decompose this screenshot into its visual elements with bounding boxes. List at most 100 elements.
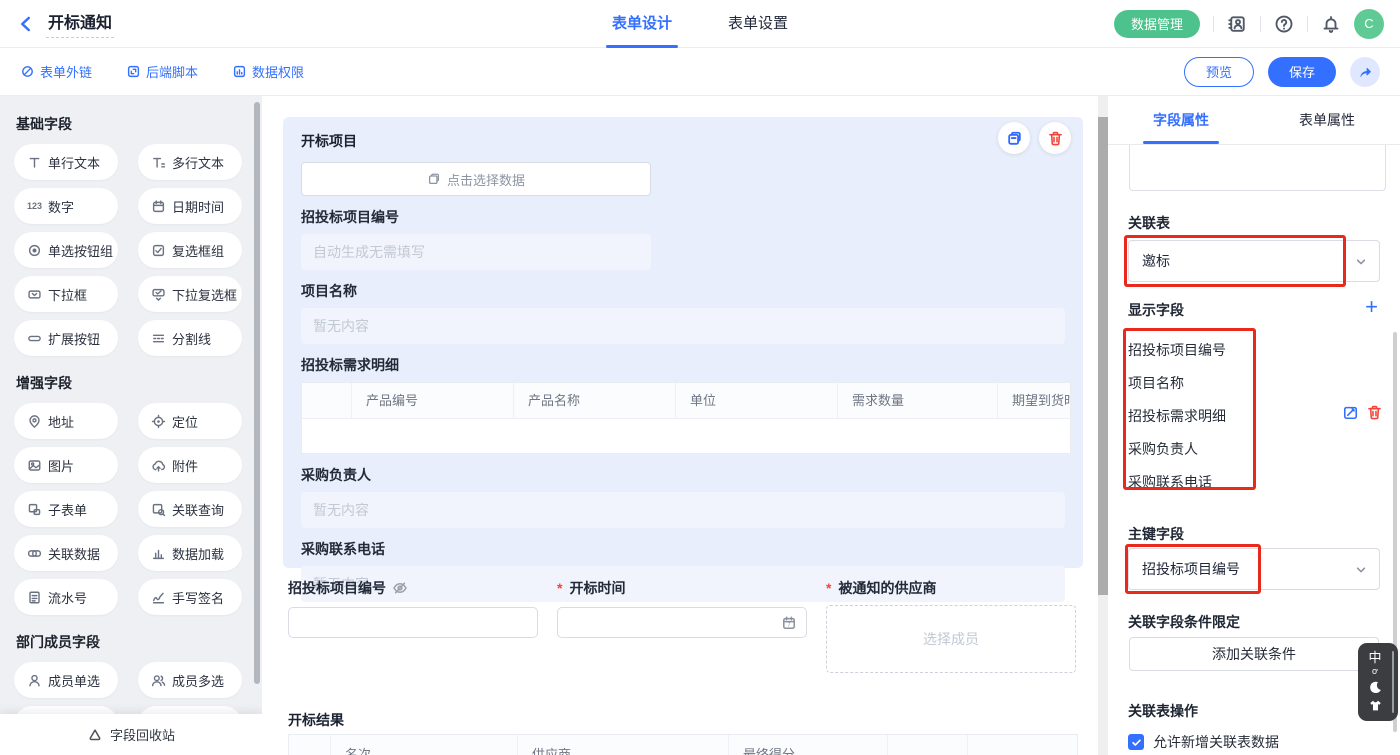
display-field-item[interactable]: 项目名称 <box>1128 367 1226 400</box>
field-item-checkbox-group[interactable]: 复选框组 <box>138 232 242 268</box>
script-icon <box>126 64 141 79</box>
field-item-multi-line-text[interactable]: 多行文本 <box>138 144 242 180</box>
allow-add-related-row[interactable]: 允许新增关联表数据 <box>1128 732 1279 752</box>
field-item-serial-number[interactable]: 流水号 <box>14 579 118 615</box>
share-button[interactable] <box>1350 57 1380 87</box>
field-item-dropdown[interactable]: 下拉框 <box>14 276 118 312</box>
tab-form-properties[interactable]: 表单属性 <box>1254 96 1400 144</box>
tab-field-properties[interactable]: 字段属性 <box>1108 96 1254 144</box>
page-title-wrap[interactable]: 开标通知 <box>46 9 114 38</box>
back-button[interactable] <box>16 14 36 34</box>
enhanced-field-grid: 地址 定位 图片 附件 子表单 关联查询 关联数据 数据加载 流水号 手写签名 <box>14 403 248 615</box>
column-header: 产品编号 <box>352 383 514 418</box>
primary-field-select[interactable]: 招投标项目编号 <box>1128 548 1380 590</box>
cloud-icon <box>151 458 166 473</box>
field-item-divider-line[interactable]: 分割线 <box>138 320 242 356</box>
chart-icon <box>151 546 166 561</box>
field-item-number[interactable]: 123数字 <box>14 188 118 224</box>
data-permission-link[interactable]: 数据权限 <box>232 62 304 81</box>
canvas-scrollbar-thumb[interactable] <box>1098 117 1108 595</box>
tab-form-design[interactable]: 表单设计 <box>612 0 672 48</box>
field-item-radio-group[interactable]: 单选按钮组 <box>14 232 118 268</box>
add-display-field-button[interactable]: + <box>1365 297 1378 317</box>
recycle-label: 字段回收站 <box>110 725 175 744</box>
field-item-single-line-text[interactable]: 单行文本 <box>14 144 118 180</box>
field-item-signature[interactable]: 手写签名 <box>138 579 242 615</box>
chevron-down-icon <box>1353 254 1369 270</box>
field-item-attachment[interactable]: 附件 <box>138 447 242 483</box>
field-item-label: 关联数据 <box>48 544 100 563</box>
allow-add-checkbox[interactable] <box>1128 734 1144 750</box>
display-field-actions <box>1342 404 1383 421</box>
field-item-member-single[interactable]: 成员单选 <box>14 662 118 698</box>
save-button[interactable]: 保存 <box>1268 57 1336 87</box>
ghost-input: 暂无内容 <box>301 492 1065 528</box>
moon-icon[interactable] <box>1368 680 1383 695</box>
field-item-relation-data[interactable]: 关联数据 <box>14 535 118 571</box>
field-item-member-multi[interactable]: 成员多选 <box>138 662 242 698</box>
field-item-image[interactable]: 图片 <box>14 447 118 483</box>
field-item-label: 下拉框 <box>48 285 87 304</box>
field-item-address[interactable]: 地址 <box>14 403 118 439</box>
field-item-label: 复选框组 <box>172 241 224 260</box>
shirt-icon[interactable] <box>1368 698 1383 713</box>
field-item-relation-query[interactable]: 关联查询 <box>138 491 242 527</box>
field-item-label: 流水号 <box>48 588 87 607</box>
card-field-label: 开标项目 <box>301 131 1065 151</box>
tab-form-settings[interactable]: 表单设置 <box>728 0 788 48</box>
display-field-item[interactable]: 采购联系电话 <box>1128 466 1226 499</box>
user-avatar[interactable]: C <box>1354 9 1384 39</box>
primary-field-label: 主键字段 <box>1128 524 1184 544</box>
display-field-item[interactable]: 采购负责人 <box>1128 433 1226 466</box>
display-field-item[interactable]: 招投标项目编号 <box>1128 334 1226 367</box>
canvas-scrollbar-track[interactable] <box>1098 96 1108 755</box>
display-field-item[interactable]: 招投标需求明细 <box>1128 400 1226 433</box>
notification-icon[interactable] <box>1321 14 1341 34</box>
field-item-data-load[interactable]: 数据加载 <box>138 535 242 571</box>
field-item-label: 下拉复选框 <box>172 285 237 304</box>
form-canvas: 开标项目 点击选择数据 招投标项目编号 自动生成无需填写 项目名称 暂无内容 招… <box>262 96 1098 755</box>
form-external-link[interactable]: 表单外链 <box>20 62 92 81</box>
column-header: 名次 <box>331 735 518 755</box>
field-open-time[interactable]: * 开标时间 7 <box>557 578 807 673</box>
help-icon[interactable] <box>1274 14 1294 34</box>
member-select-box[interactable]: 选择成员 <box>826 605 1076 673</box>
field-notified-suppliers[interactable]: * 被通知的供应商 选择成员 <box>826 578 1076 673</box>
related-table-select[interactable]: 邀标 <box>1128 240 1380 282</box>
field-item-extend-button[interactable]: 扩展按钮 <box>14 320 118 356</box>
field-item-label: 单选按钮组 <box>48 241 113 260</box>
date-input[interactable]: 7 <box>557 607 807 638</box>
field-item-label: 数字 <box>48 197 74 216</box>
field-name-input-partial[interactable] <box>1129 145 1386 191</box>
field-recycle-bin-button[interactable]: 字段回收站 <box>0 714 262 755</box>
mars-icon[interactable]: ơ <box>1372 667 1378 676</box>
top-bar: 开标通知 表单设计 表单设置 数据管理 C <box>0 0 1400 48</box>
field-item-multi-dropdown[interactable]: 下拉复选框 <box>138 276 242 312</box>
result-table: 名次 供应商 最终得分 <box>288 734 1078 755</box>
divider <box>1213 16 1214 32</box>
field-item-location[interactable]: 定位 <box>138 403 242 439</box>
add-condition-button[interactable]: 添加关联条件 <box>1129 637 1379 671</box>
field-item-subform[interactable]: 子表单 <box>14 491 118 527</box>
select-data-button[interactable]: 点击选择数据 <box>301 162 651 196</box>
address-book-icon[interactable] <box>1227 14 1247 34</box>
selected-related-data-field[interactable]: 开标项目 点击选择数据 招投标项目编号 自动生成无需填写 项目名称 暂无内容 招… <box>283 117 1083 568</box>
field-project-code[interactable]: 招投标项目编号 <box>288 578 538 673</box>
preview-button[interactable]: 预览 <box>1184 57 1254 87</box>
delete-field-icon[interactable] <box>1366 404 1383 421</box>
text-input[interactable] <box>288 607 538 638</box>
edit-field-icon[interactable] <box>1342 404 1359 421</box>
duplicate-field-button[interactable] <box>998 122 1030 154</box>
delete-field-button[interactable] <box>1039 122 1071 154</box>
sidebar-scrollbar[interactable] <box>254 102 260 684</box>
backend-script-link[interactable]: 后端脚本 <box>126 62 198 81</box>
column-header: 最终得分 <box>729 735 888 755</box>
field-item-datetime[interactable]: 日期时间 <box>138 188 242 224</box>
member-select-placeholder: 选择成员 <box>923 629 979 649</box>
field-item-label: 定位 <box>172 412 198 431</box>
field-item-label: 扩展按钮 <box>48 329 100 348</box>
data-manage-button[interactable]: 数据管理 <box>1114 10 1200 38</box>
field-item-label: 日期时间 <box>172 197 224 216</box>
lang-icon[interactable]: 中 <box>1368 651 1381 664</box>
floating-toolbar[interactable]: 中 ơ <box>1358 643 1398 721</box>
